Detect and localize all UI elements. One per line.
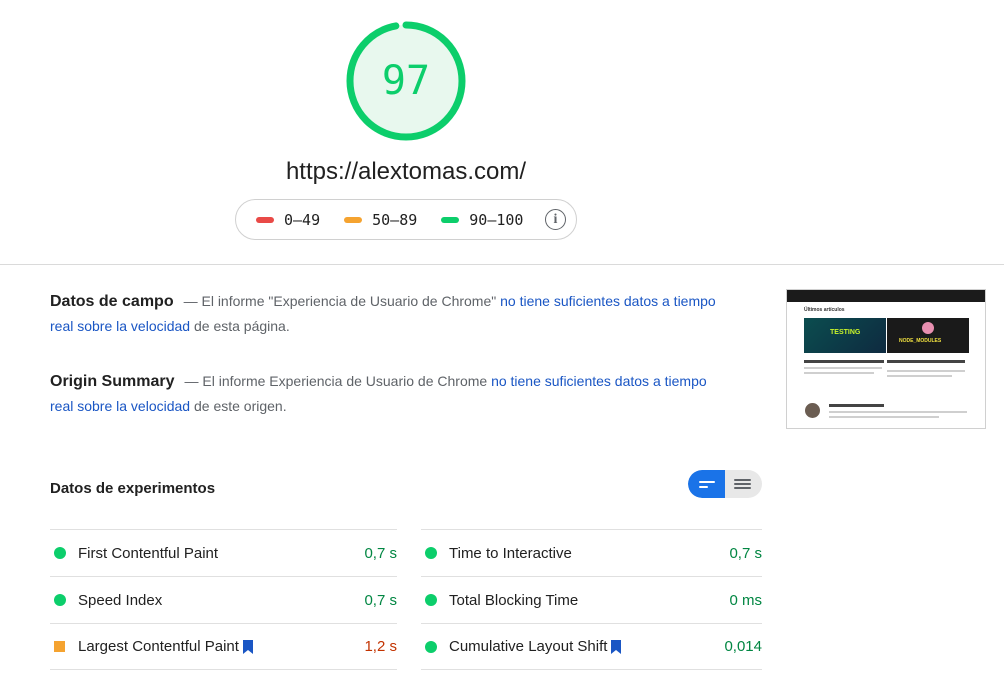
thumbnail-section-title: Últimos artículos [804,307,845,313]
metric-total-blocking-time: Total Blocking Time 0 ms [421,576,762,623]
thumbnail-card-node-modules-label: NODE_MODULES [899,338,942,344]
metric-value: 1,2 s [364,638,397,655]
core-web-vital-bookmark-icon [242,639,253,654]
metric-value: 0 ms [729,591,762,609]
thumbnail-text-line [829,411,967,413]
legend-swatch-average [344,216,363,223]
page-screenshot-thumbnail[interactable]: Últimos artículos TESTING NODE_MODULES [786,289,986,429]
metric-value: 0,7 s [364,544,397,562]
compact-view-button[interactable] [688,470,725,498]
origin-summary-title: Origin Summary [50,373,175,390]
metric-name: Time to Interactive [449,544,572,562]
thumbnail-card-testing: TESTING [804,318,886,353]
thumbnail-text-line [887,375,952,377]
metric-value: 0,014 [724,638,762,655]
legend-item-fail: 0–49 [256,211,320,229]
thumbnail-text-line [804,372,874,374]
field-data-suffix: de esta página. [190,318,290,334]
metrics-view-toggle[interactable] [688,470,762,498]
pass-indicator-icon [425,547,437,559]
metric-name: Cumulative Layout Shift [449,638,608,655]
thumbnail-text-line [829,404,884,407]
score-legend: 0–49 50–89 90–100 i [235,199,577,240]
thumbnail-text-line [887,360,965,363]
metric-cumulative-layout-shift: Cumulative Layout Shift 0,014 [421,623,762,670]
score-value: 97 [381,58,431,104]
metric-largest-contentful-paint: Largest Contentful Paint 1,2 s [50,623,397,670]
average-indicator-icon [54,641,65,652]
field-data-title: Datos de campo [50,293,174,310]
field-data-prefix: — El informe "Experiencia de Usuario de … [183,293,501,309]
legend-item-average: 50–89 [344,211,417,229]
thumbnail-text-line [804,360,884,363]
page-url: https://alextomas.com/ [285,158,527,185]
thumbnail-header [787,290,985,302]
field-data-section: Datos de campo — El informe "Experiencia … [50,289,730,338]
performance-score-gauge: 97 [346,21,466,141]
thumbnail-card-node-modules: NODE_MODULES [887,318,969,353]
metric-first-contentful-paint: First Contentful Paint 0,7 s [50,529,397,576]
thumbnail-card-image [922,322,934,334]
thumbnail-text-line [829,416,939,418]
metric-name: Speed Index [78,591,163,609]
thumbnail-text-line [887,370,965,372]
metrics-column-right: Time to Interactive 0,7 s Total Blocking… [421,529,762,670]
pass-indicator-icon [425,640,437,653]
section-divider [0,264,1004,265]
metric-name: Total Blocking Time [449,591,579,609]
origin-summary-section: Origin Summary — El informe Experiencia d… [50,369,720,418]
metric-name: Largest Contentful Paint [78,638,239,655]
metric-value: 0,7 s [729,544,762,562]
origin-summary-prefix: — El informe Experiencia de Usuario de C… [184,373,492,389]
thumbnail-card-testing-label: TESTING [830,329,861,336]
pass-indicator-icon [54,594,66,606]
legend-swatch-fail [256,216,274,223]
pass-indicator-icon [54,547,66,559]
metrics-column-left: First Contentful Paint 0,7 s Speed Index… [50,529,397,670]
legend-swatch-pass [441,216,460,223]
metric-time-to-interactive: Time to Interactive 0,7 s [421,529,762,576]
lab-data-title: Datos de experimentos [50,480,216,497]
origin-summary-suffix: de este origen. [190,398,287,414]
info-icon[interactable]: i [545,209,566,230]
metric-name: First Contentful Paint [78,544,219,562]
pass-indicator-icon [425,594,437,606]
core-web-vital-bookmark-icon [611,639,622,654]
legend-label-fail: 0–49 [284,210,321,229]
metric-value: 0,7 s [364,591,397,609]
metric-speed-index: Speed Index 0,7 s [50,576,397,623]
legend-item-pass: 90–100 [441,211,523,229]
legend-label-average: 50–89 [372,210,418,229]
legend-label-pass: 90–100 [469,210,524,229]
thumbnail-avatar [805,403,820,418]
thumbnail-text-line [804,367,882,369]
